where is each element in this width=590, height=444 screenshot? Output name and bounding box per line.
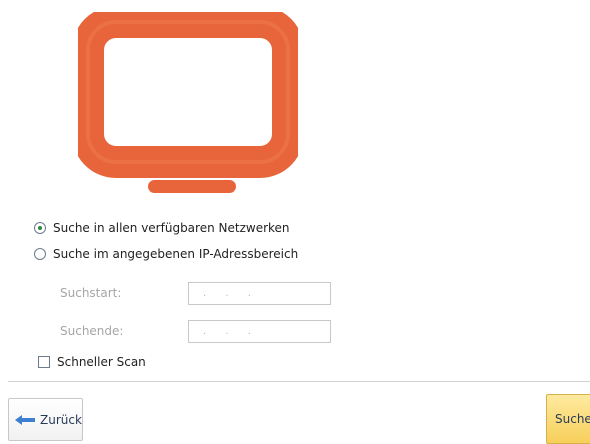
search-start-label: Suchstart: — [60, 286, 122, 300]
fast-scan-option[interactable]: Schneller Scan — [38, 355, 146, 369]
radio-all-networks-label: Suche in allen verfügbaren Netzwerken — [53, 221, 290, 235]
search-end-label: Suchende: — [60, 324, 124, 338]
radio-button-unchecked[interactable] — [34, 248, 46, 260]
search-button-label: Suche — [555, 412, 590, 426]
radio-all-networks[interactable]: Suche in allen verfügbaren Netzwerken — [34, 221, 290, 235]
search-button[interactable]: Suche — [546, 394, 590, 444]
fast-scan-checkbox[interactable] — [38, 356, 50, 368]
radio-button-checked[interactable] — [34, 222, 46, 234]
radio-ip-range[interactable]: Suche im angegebenen IP-Adressbereich — [34, 247, 298, 261]
back-button[interactable]: Zurück — [8, 398, 83, 441]
search-start-ip-input[interactable]: . . . — [188, 282, 331, 305]
monitor-icon — [78, 12, 298, 193]
radio-ip-range-label: Suche im angegebenen IP-Adressbereich — [53, 247, 299, 261]
footer-divider — [8, 381, 590, 382]
arrow-left-icon — [15, 414, 35, 425]
back-button-label: Zurück — [40, 412, 82, 427]
search-end-ip-input[interactable]: . . . — [188, 320, 331, 343]
fast-scan-label: Schneller Scan — [57, 355, 146, 369]
